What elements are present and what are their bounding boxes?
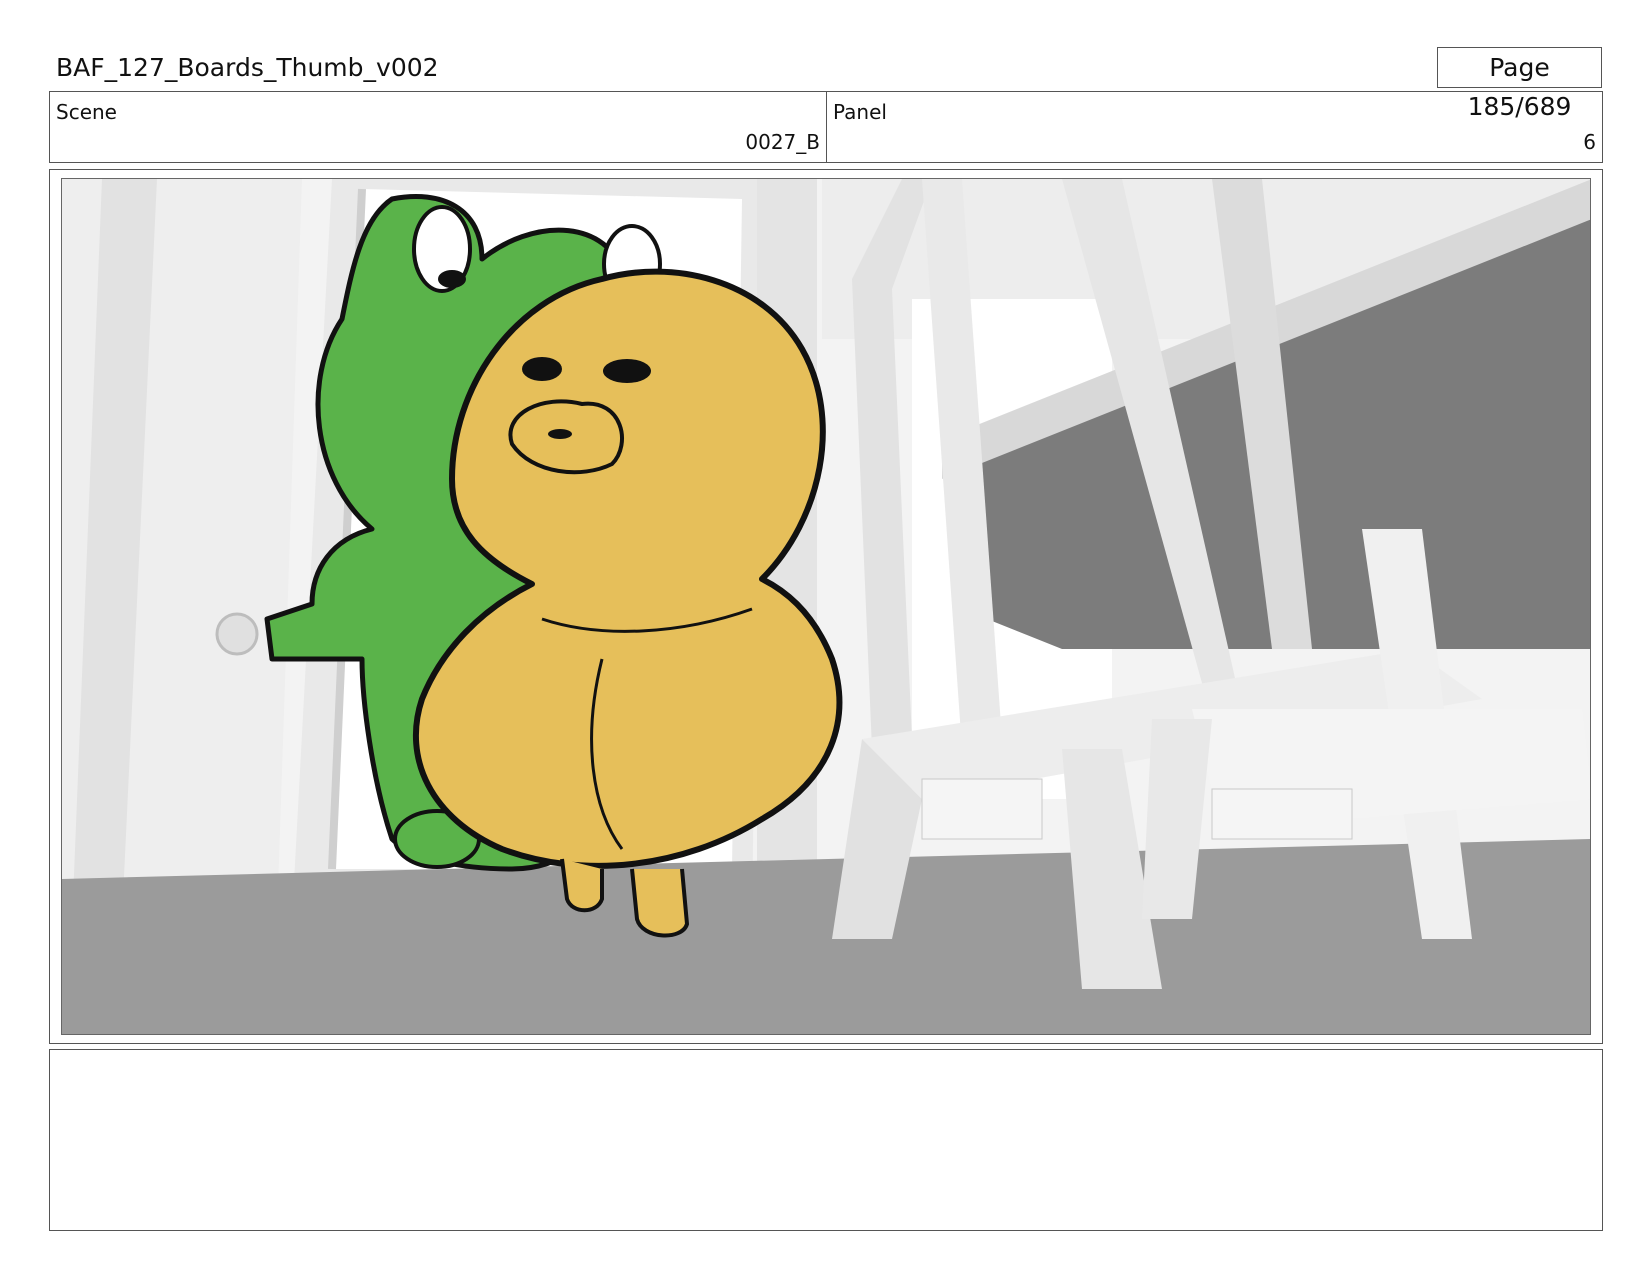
door-knob xyxy=(215,612,259,656)
panel-value: 6 xyxy=(1583,130,1596,154)
panel-label: Panel xyxy=(833,100,887,124)
bear-leg-right xyxy=(630,868,690,938)
document-title: BAF_127_Boards_Thumb_v002 xyxy=(56,53,439,82)
storyboard-drawing xyxy=(62,179,1590,1034)
notes-box xyxy=(49,1049,1603,1231)
scene-label: Scene xyxy=(56,100,117,124)
scene-panel-info-row: Scene 0027_B Panel 6 xyxy=(49,91,1603,163)
bear-nose xyxy=(548,429,572,439)
bear-eye-right xyxy=(603,359,651,383)
frog-pupil xyxy=(438,270,466,288)
page-number-box: Page 185/689 xyxy=(1437,47,1602,121)
storyboard-frame xyxy=(49,169,1603,1044)
distant-chair-2 xyxy=(1211,788,1353,840)
bear-eye-left xyxy=(522,357,562,381)
distant-chair-1 xyxy=(921,778,1043,840)
scene-value: 0027_B xyxy=(745,130,820,154)
scene-cell: Scene 0027_B xyxy=(50,92,827,162)
storyboard-image xyxy=(61,178,1591,1035)
panel-cell: Panel 6 xyxy=(827,92,1602,162)
